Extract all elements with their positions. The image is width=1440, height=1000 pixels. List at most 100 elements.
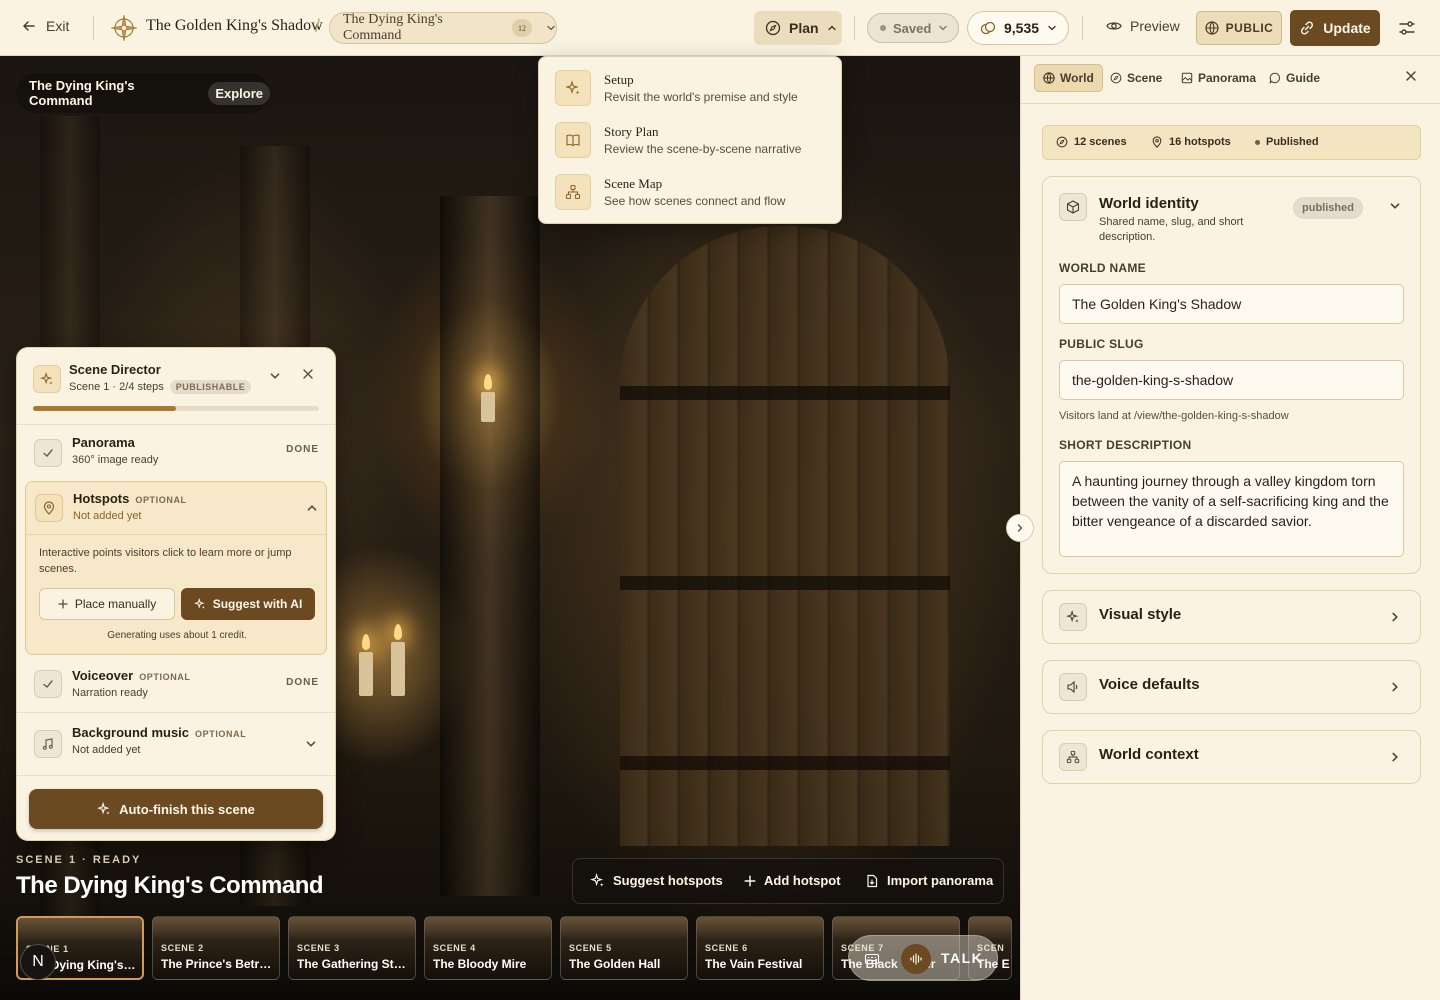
- tab-panorama[interactable]: Panorama: [1173, 64, 1264, 92]
- step-title-text: Hotspots: [73, 491, 130, 506]
- network-icon: [1059, 743, 1087, 771]
- plan-menu-button[interactable]: Plan: [754, 11, 842, 45]
- update-button[interactable]: Update: [1290, 10, 1380, 46]
- step-background-music[interactable]: Background music OPTIONAL Not added yet: [17, 712, 335, 775]
- chat-icon: [1269, 72, 1281, 84]
- optional-tag: OPTIONAL: [135, 495, 187, 505]
- menu-item-title: Setup: [604, 72, 634, 87]
- close-icon[interactable]: [1405, 70, 1417, 82]
- user-avatar[interactable]: N: [20, 944, 56, 980]
- tab-scene[interactable]: Scene: [1102, 64, 1170, 92]
- chevron-down-icon: [938, 23, 948, 33]
- publish-status-stat: Published: [1255, 136, 1319, 148]
- chevron-down-icon[interactable]: [1389, 200, 1401, 212]
- tab-guide[interactable]: Guide: [1261, 64, 1328, 92]
- scene-thumbnail[interactable]: SCENE 4 The Bloody Mire: [424, 916, 552, 980]
- compass-icon: [765, 20, 781, 36]
- sparkles-icon: [555, 70, 591, 106]
- tab-world[interactable]: World: [1034, 64, 1103, 92]
- thumbnail-image: [561, 917, 687, 939]
- menu-item-setup[interactable]: Setup Revisit the world's premise and st…: [555, 70, 798, 106]
- globe-icon: [1205, 21, 1219, 35]
- card-title: World identity: [1099, 195, 1199, 212]
- credits-button[interactable]: 9,535: [967, 11, 1069, 45]
- hotspot-count-stat: 16 hotspots: [1151, 136, 1231, 148]
- section-title: Voice defaults: [1099, 676, 1200, 693]
- update-label: Update: [1323, 20, 1371, 36]
- globe-icon: [1043, 72, 1055, 84]
- explore-mode-badge[interactable]: Explore: [208, 81, 270, 105]
- step-subtitle: Not added yet: [73, 510, 142, 522]
- suggest-hotspots-button[interactable]: Suggest hotspots: [590, 873, 723, 888]
- publishable-badge: PUBLISHABLE: [169, 380, 252, 394]
- scene-selector[interactable]: The Dying King's Command 12: [329, 12, 557, 44]
- preview-label: Preview: [1130, 18, 1180, 34]
- scene-director-panel: Scene Director Scene 1 · 2/4 steps PUBLI…: [16, 347, 336, 841]
- place-manually-button[interactable]: Place manually: [39, 588, 175, 620]
- save-status-button[interactable]: Saved: [867, 13, 959, 43]
- scene-title-overlay: The Dying King's Command: [16, 872, 324, 899]
- public-slug-label: PUBLIC SLUG: [1059, 337, 1144, 351]
- director-progress-bar: [33, 406, 319, 411]
- menu-item-story-plan[interactable]: Story Plan Review the scene-by-scene nar…: [555, 122, 801, 158]
- step-title: Hotspots OPTIONAL: [73, 491, 187, 506]
- step-title-text: Panorama: [72, 435, 135, 450]
- optional-tag: OPTIONAL: [195, 729, 247, 739]
- close-icon[interactable]: [302, 368, 314, 380]
- scene-thumbnail[interactable]: SCENE 5 The Golden Hall: [560, 916, 688, 980]
- viewport-breadcrumb: The Dying King's Command Explore: [16, 73, 270, 113]
- slug-hint: Visitors land at /view/the-golden-king-s…: [1059, 410, 1289, 422]
- thumbnail-scene-number: SCENE 2: [161, 943, 204, 953]
- divider: [854, 16, 855, 40]
- director-subtitle: Scene 1 · 2/4 steps PUBLISHABLE: [69, 380, 252, 394]
- preview-button[interactable]: Preview: [1106, 18, 1180, 34]
- voice-defaults-section[interactable]: Voice defaults: [1042, 660, 1421, 714]
- speaker-icon: [1059, 673, 1087, 701]
- step-panorama[interactable]: Panorama 360° image ready DONE: [17, 424, 335, 480]
- auto-finish-button[interactable]: Auto-finish this scene: [29, 789, 323, 829]
- compass-icon: [1056, 136, 1068, 148]
- arrow-left-icon: [22, 19, 36, 33]
- short-description-textarea[interactable]: A haunting journey through a valley king…: [1059, 461, 1404, 557]
- map-pin-icon: [35, 494, 63, 522]
- divider: [26, 534, 326, 535]
- world-context-section[interactable]: World context: [1042, 730, 1421, 784]
- scene-selector-label: The Dying King's Command: [343, 12, 443, 43]
- music-note-icon: [34, 730, 62, 758]
- director-step-count: Scene 1 · 2/4 steps: [69, 381, 164, 393]
- step-title: Background music OPTIONAL: [72, 725, 246, 740]
- talk-button[interactable]: TALK: [848, 935, 998, 981]
- exit-button[interactable]: Exit: [22, 18, 69, 34]
- menu-item-scene-map[interactable]: Scene Map See how scenes connect and flo…: [555, 174, 785, 210]
- add-hotspot-button[interactable]: Add hotspot: [744, 873, 841, 888]
- world-name-input[interactable]: [1059, 284, 1404, 324]
- visual-style-section[interactable]: Visual style: [1042, 590, 1421, 644]
- chevron-down-icon[interactable]: [269, 370, 281, 382]
- sliders-icon[interactable]: [1398, 19, 1416, 37]
- hotspot-count-text: 16 hotspots: [1169, 136, 1231, 148]
- step-hotspots: Hotspots OPTIONAL Not added yet Interacti…: [25, 481, 327, 655]
- scene-thumbnail[interactable]: SCENE 3 The Gathering Storm: [288, 916, 416, 980]
- thumbnail-scene-name: The Vain Festival: [705, 957, 803, 971]
- chevron-up-icon[interactable]: [306, 502, 318, 514]
- import-panorama-button[interactable]: Import panorama: [865, 873, 993, 888]
- world-identity-card: World identity Shared name, slug, and sh…: [1042, 176, 1421, 574]
- scene-thumbnail[interactable]: SCENE 2 The Prince's Betrayal: [152, 916, 280, 980]
- panel-toggle-button[interactable]: [1006, 514, 1034, 542]
- public-visibility-button[interactable]: PUBLIC: [1196, 11, 1282, 45]
- coins-icon: [980, 20, 996, 36]
- scene-thumbnail[interactable]: SCENE 6 The Vain Festival: [696, 916, 824, 980]
- public-slug-input[interactable]: [1059, 360, 1404, 400]
- card-description: Shared name, slug, and short description…: [1099, 216, 1244, 243]
- chevron-right-icon: [1015, 523, 1025, 533]
- chevron-right-icon: [1389, 751, 1401, 763]
- keyboard-icon[interactable]: [864, 951, 880, 967]
- suggest-hotspots-label: Suggest hotspots: [613, 873, 723, 888]
- suggest-with-ai-button[interactable]: Suggest with AI: [181, 588, 315, 620]
- viewport-scene-title: The Dying King's Command: [29, 78, 135, 108]
- place-manually-label: Place manually: [74, 597, 157, 611]
- step-voiceover[interactable]: Voiceover OPTIONAL Narration ready DONE: [17, 656, 335, 712]
- divider: [93, 16, 94, 40]
- world-title: The Golden King's Shadow: [146, 17, 323, 34]
- scene-count-text: 12 scenes: [1074, 136, 1127, 148]
